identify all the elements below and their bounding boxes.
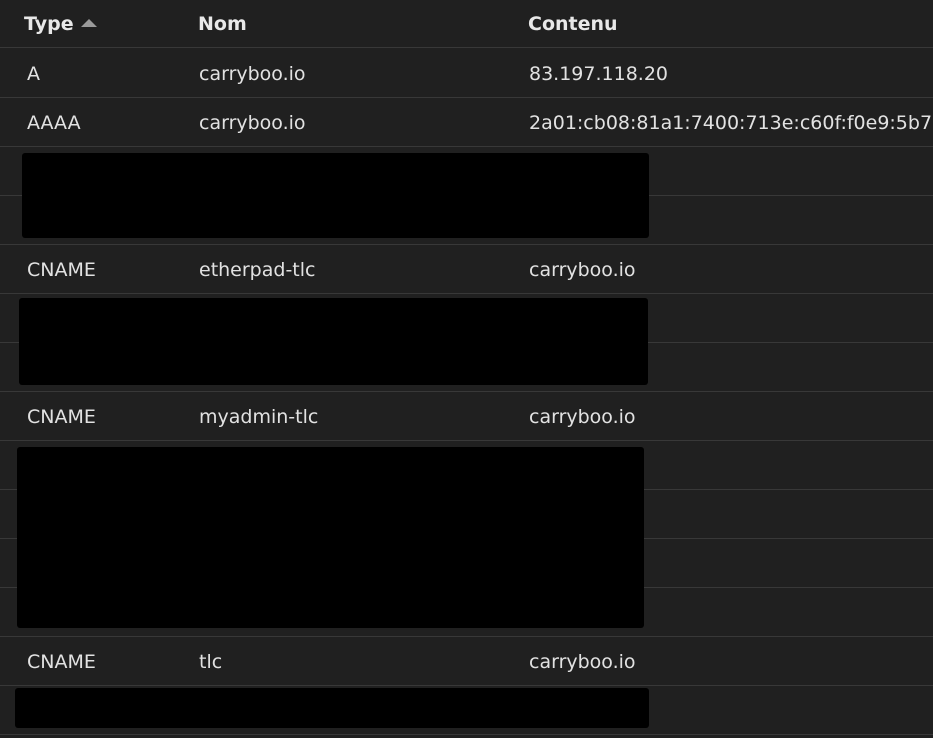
table-row[interactable]: Acarryboo.io 83.197.118.20 xyxy=(0,49,933,98)
table-row[interactable]: CNAME etherpad-tlc carryboo.io xyxy=(0,245,933,294)
record-content-cell: carryboo.io xyxy=(529,406,636,428)
record-type-cell: A xyxy=(27,63,40,85)
record-type-cell: CNAME xyxy=(27,259,96,281)
record-content-cell: carryboo.io xyxy=(529,651,636,673)
column-header-contenu[interactable]: Contenu xyxy=(528,12,618,36)
redaction-block xyxy=(17,447,644,628)
column-header-type[interactable]: Type xyxy=(24,12,97,36)
record-name-cell: tlc xyxy=(199,651,223,673)
record-content-cell: carryboo.io xyxy=(529,259,636,281)
record-name-cell: etherpad-tlc xyxy=(199,259,316,281)
table-header: Type Nom Contenu xyxy=(0,0,933,48)
sort-ascending-icon xyxy=(80,18,97,27)
record-name-cell: carryboo.io xyxy=(199,63,306,85)
record-name-cell: carryboo.io xyxy=(199,112,306,134)
record-type-cell: CNAME xyxy=(27,651,96,673)
table-row[interactable]: AAAA carryboo.io 2a01:cb08:81a1:7400:713e:… xyxy=(0,98,933,147)
table-row[interactable]: CNAME myadmin-tlc carryboo.io xyxy=(0,392,933,441)
redaction-block xyxy=(19,298,648,385)
column-header-contenu-label: Contenu xyxy=(528,13,618,35)
dns-records-table: Type Nom Contenu Acarryboo.io 83.197.118.… xyxy=(0,0,933,738)
table-row[interactable]: CNAME tlc carryboo.io xyxy=(0,637,933,686)
column-header-nom[interactable]: Nom xyxy=(198,12,247,36)
redaction-block xyxy=(15,688,649,728)
record-content-cell: 83.197.118.20 xyxy=(529,63,669,85)
redaction-block xyxy=(22,153,649,238)
record-name-cell: myadmin-tlc xyxy=(199,406,319,428)
record-type-cell: AAAA xyxy=(27,112,81,134)
record-type-cell: CNAME xyxy=(27,406,96,428)
column-header-type-label: Type xyxy=(24,13,74,35)
column-header-nom-label: Nom xyxy=(198,13,247,35)
record-content-cell: 2a01:cb08:81a1:7400:713e:c60f:f0e9:5b7b xyxy=(529,112,933,134)
